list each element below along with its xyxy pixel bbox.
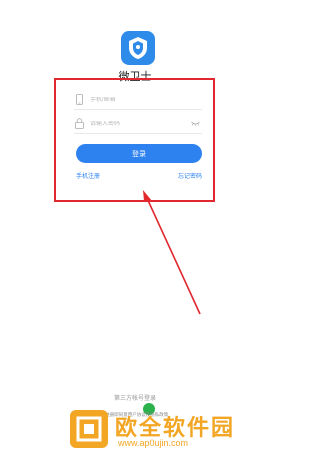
watermark-url: www.ap0ujin.com — [118, 438, 189, 448]
site-watermark: 欧全软件园 www.ap0ujin.com — [70, 410, 265, 448]
annotation-arrow — [143, 190, 201, 315]
third-party-login-label: 第三方帐号登录 — [113, 396, 156, 402]
watermark-logo-icon — [70, 410, 108, 448]
